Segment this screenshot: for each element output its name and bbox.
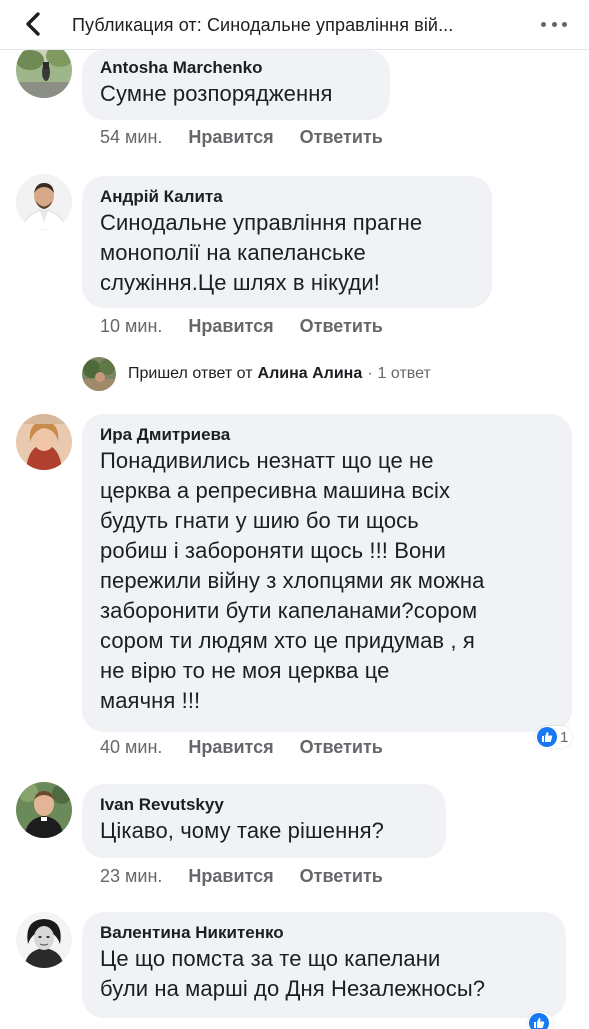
more-options-button[interactable]	[541, 14, 567, 34]
comment-actions: 40 мин. Нравится Ответить	[100, 737, 383, 758]
reply-button[interactable]: Ответить	[300, 127, 383, 148]
top-nav-bar: Публикация от: Синодальне управління вій…	[0, 0, 589, 50]
comment-bubble: Валентина Никитенко Це що помста за те щ…	[82, 912, 566, 1018]
reply-button[interactable]: Ответить	[300, 866, 383, 887]
like-button[interactable]: Нравится	[188, 737, 273, 758]
comment-actions: 23 мин. Нравится Ответить	[100, 866, 383, 887]
comment-author[interactable]: Ира Дмитриева	[100, 424, 554, 446]
reaction-summary[interactable]: 1	[536, 726, 573, 748]
more-dot-icon	[551, 21, 557, 27]
avatar[interactable]	[16, 414, 72, 470]
comment-bubble: Ivan Revutskyy Цікаво, чому таке рішення…	[82, 784, 446, 858]
view-replies-link[interactable]: Пришел ответ от Алина Алина · 1 ответ	[82, 356, 431, 392]
like-button[interactable]: Нравится	[188, 127, 273, 148]
reply-button[interactable]: Ответить	[300, 316, 383, 337]
like-button[interactable]: Нравится	[188, 866, 273, 887]
more-dot-icon	[541, 21, 546, 27]
avatar[interactable]	[16, 912, 72, 968]
reply-summary-separator: ·	[367, 365, 373, 382]
comment-text: Синодальне управління прагне монополії н…	[100, 210, 423, 295]
like-button[interactable]: Нравится	[188, 316, 273, 337]
comment-time[interactable]: 54 мин.	[100, 127, 162, 148]
reply-count: 1 ответ	[377, 365, 431, 382]
comment-author[interactable]: Ivan Revutskyy	[100, 794, 428, 816]
thumbs-up-icon	[529, 1013, 549, 1029]
chevron-left-icon	[26, 12, 40, 36]
reaction-summary[interactable]	[528, 1012, 553, 1029]
reply-button[interactable]: Ответить	[300, 737, 383, 758]
comment-time[interactable]: 10 мин.	[100, 316, 162, 337]
avatar[interactable]	[16, 782, 72, 838]
more-dot-icon	[562, 21, 567, 27]
comment-bubble: Ира Дмитриева Понадивились незнатт що це…	[82, 414, 572, 732]
comment-actions: 10 мин. Нравится Ответить	[100, 316, 383, 337]
avatar[interactable]	[16, 174, 72, 230]
comment-author[interactable]: Antosha Marchenko	[100, 57, 372, 79]
comment-time[interactable]: 40 мин.	[100, 737, 162, 758]
comment-text: Це що помста за те що капелани були на м…	[100, 946, 486, 1001]
comment-bubble: Antosha Marchenko Сумне розпорядження	[82, 50, 390, 120]
back-button[interactable]	[18, 9, 48, 39]
comment-bubble: Андрій Калита Синодальне управління праг…	[82, 176, 492, 308]
avatar	[82, 357, 116, 391]
comment-text: Понадивились незнатт що це не церква а р…	[100, 448, 485, 713]
reply-summary-name: Алина Алина	[257, 365, 363, 382]
reaction-count: 1	[560, 728, 569, 746]
comment-time[interactable]: 23 мин.	[100, 866, 162, 887]
reply-summary-prefix: Пришел ответ от	[128, 365, 253, 382]
thumbs-up-icon	[537, 727, 557, 747]
avatar[interactable]	[16, 42, 72, 98]
comment-text: Сумне розпорядження	[100, 81, 333, 106]
comment-author[interactable]: Андрій Калита	[100, 186, 474, 208]
comment-author[interactable]: Валентина Никитенко	[100, 922, 548, 944]
page-title: Публикация от: Синодальне управління вій…	[72, 15, 454, 35]
comment-actions: 54 мин. Нравится Ответить	[100, 127, 383, 148]
comment-text: Цікаво, чому таке рішення?	[100, 818, 384, 843]
